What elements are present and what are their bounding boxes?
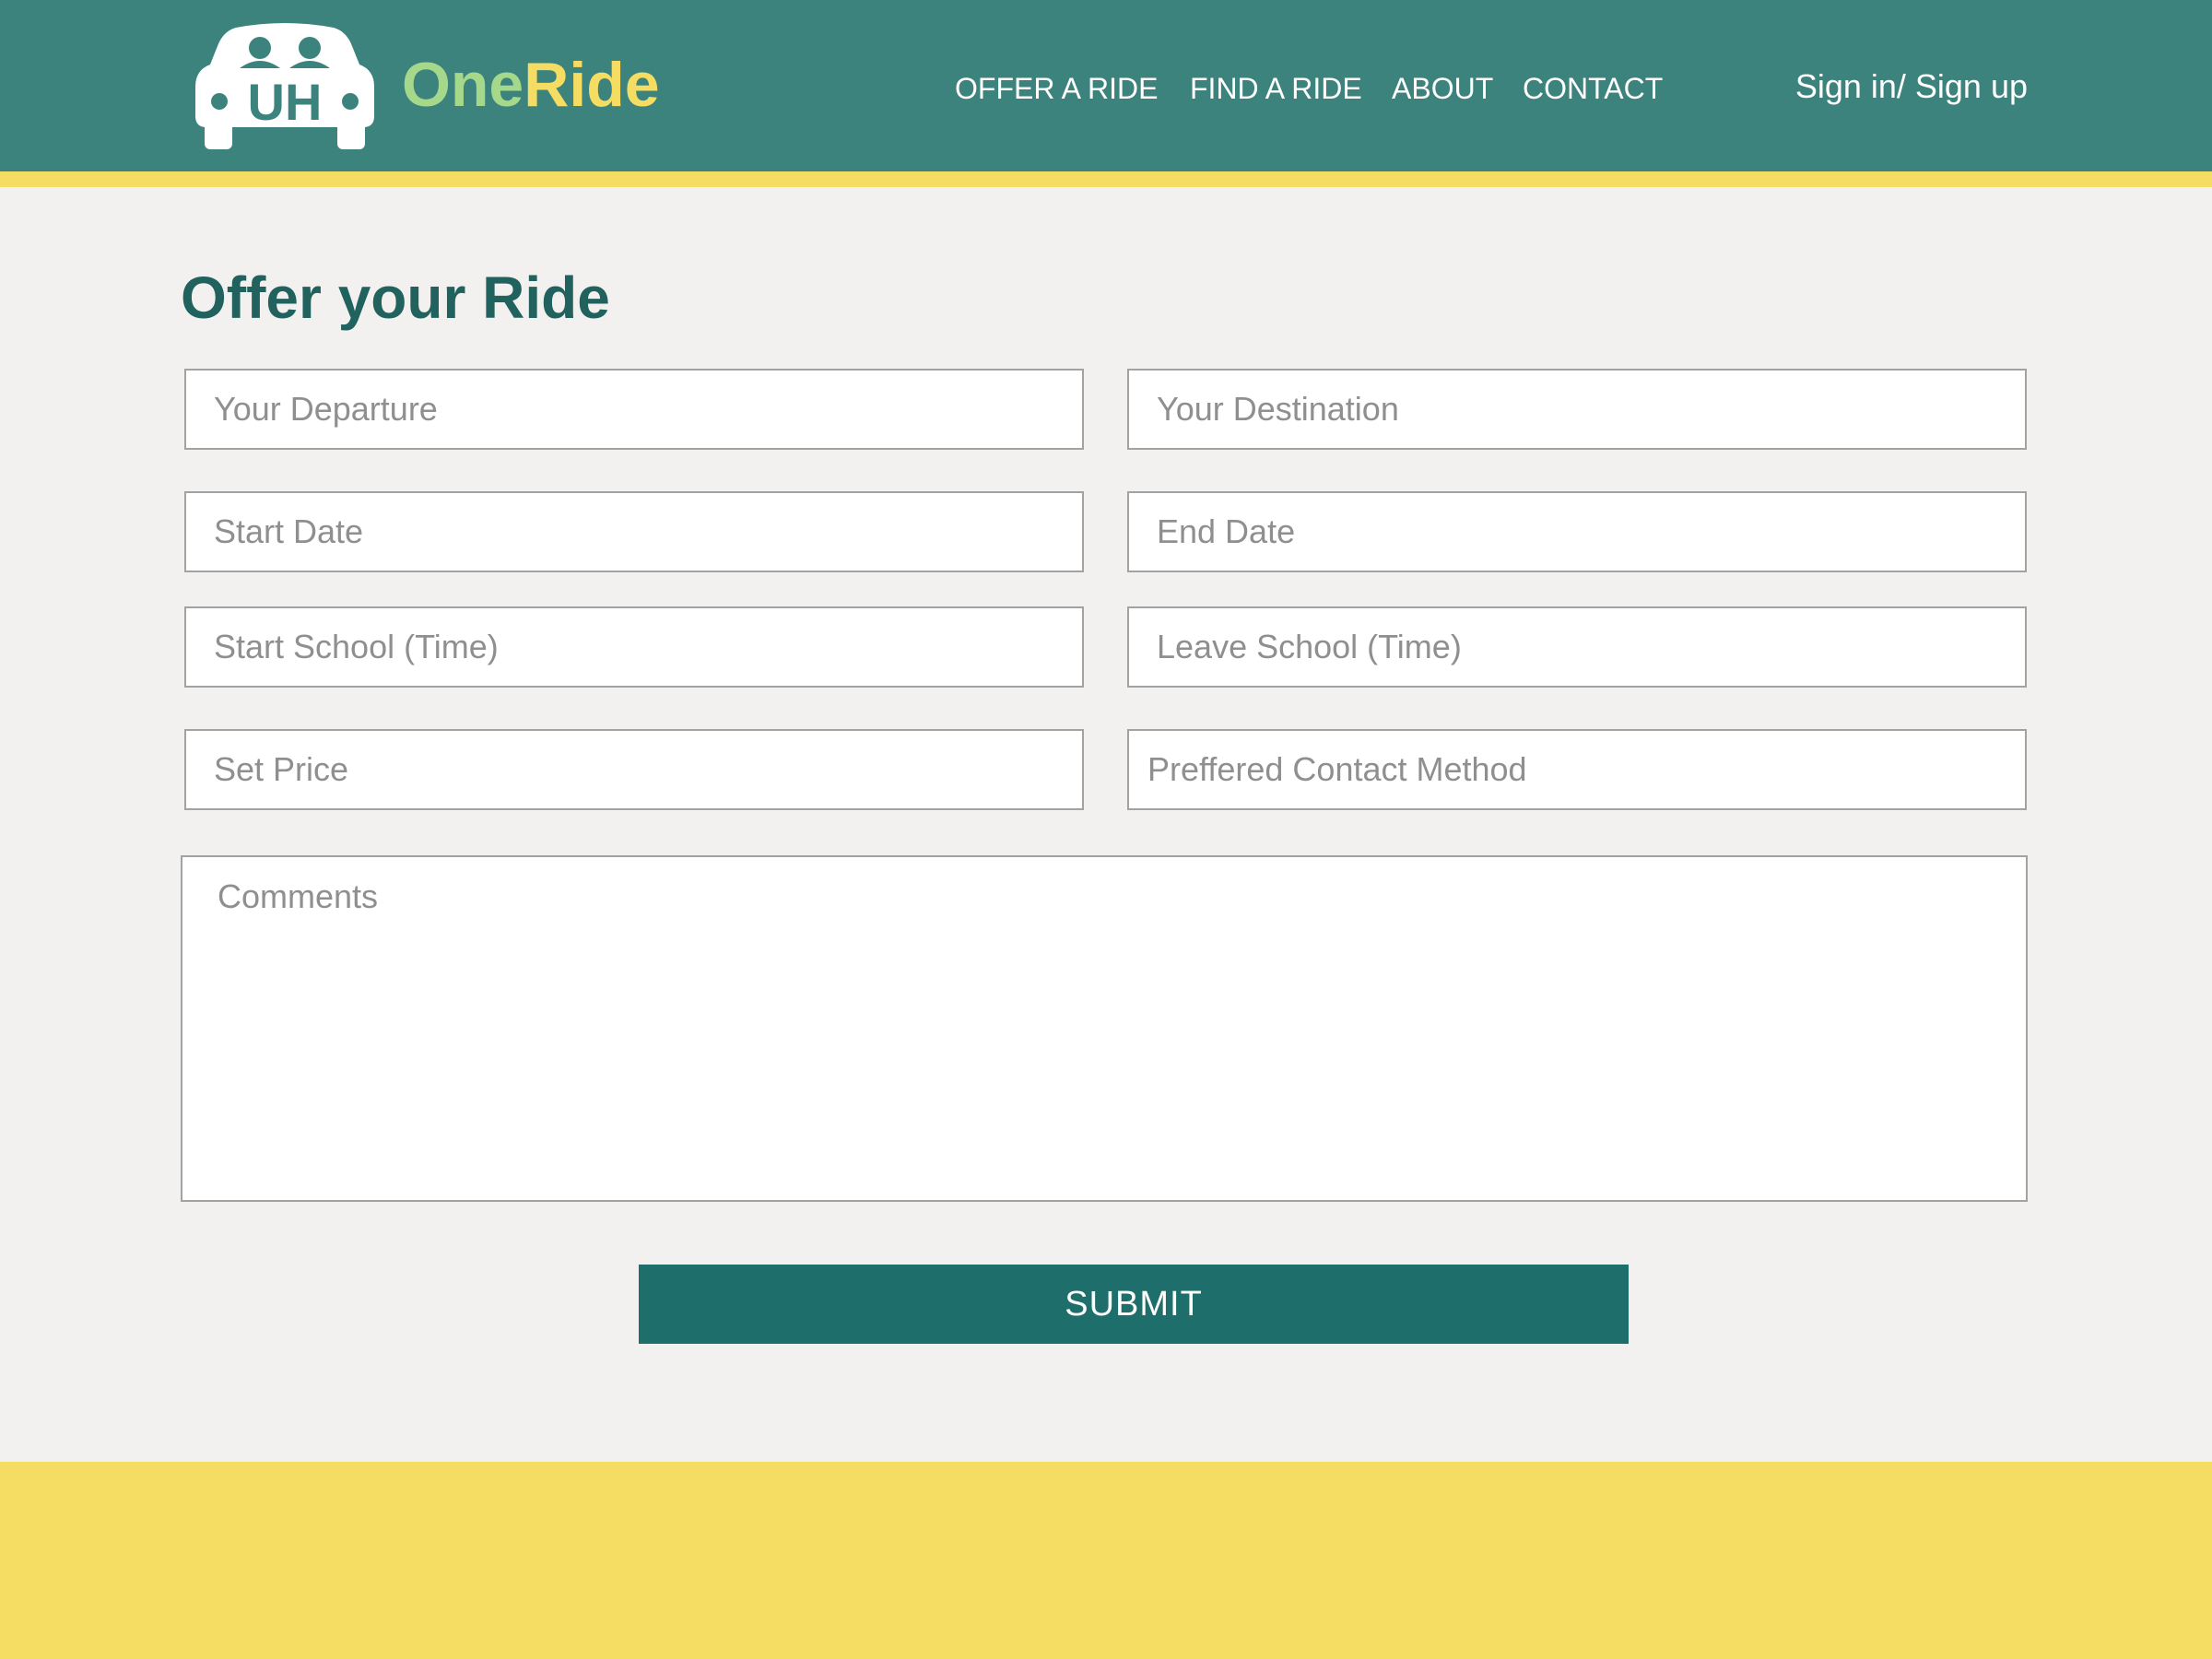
car-icon[interactable]: UH [195, 20, 374, 149]
logo-text: UH [248, 73, 323, 131]
site-header: UH OneRide OFFER A RIDE FIND A RIDE ABOU… [0, 0, 2212, 171]
brand-part-one: One [402, 50, 524, 120]
submit-button[interactable]: SUBMIT [639, 1265, 1629, 1344]
brand-name[interactable]: OneRide [402, 48, 660, 122]
nav-about[interactable]: ABOUT [1392, 66, 1493, 111]
nav-contact[interactable]: CONTACT [1523, 66, 1663, 111]
site-footer [0, 1462, 2212, 1659]
comments-textarea[interactable] [181, 855, 2028, 1202]
end-date-input[interactable] [1127, 491, 2027, 572]
nav-offer-a-ride[interactable]: OFFER A RIDE [955, 66, 1158, 111]
start-date-input[interactable] [184, 491, 1084, 572]
contact-method-input[interactable] [1127, 729, 2027, 810]
brand-part-ride: Ride [524, 50, 660, 120]
leave-school-time-input[interactable] [1127, 606, 2027, 688]
price-input[interactable] [184, 729, 1084, 810]
nav-find-a-ride[interactable]: FIND A RIDE [1190, 66, 1362, 111]
start-school-time-input[interactable] [184, 606, 1084, 688]
page-title: Offer your Ride [181, 265, 610, 331]
destination-input[interactable] [1127, 369, 2027, 450]
header-accent-stripe [0, 171, 2212, 187]
signin-link[interactable]: Sign in/ Sign up [1795, 65, 2028, 109]
departure-input[interactable] [184, 369, 1084, 450]
